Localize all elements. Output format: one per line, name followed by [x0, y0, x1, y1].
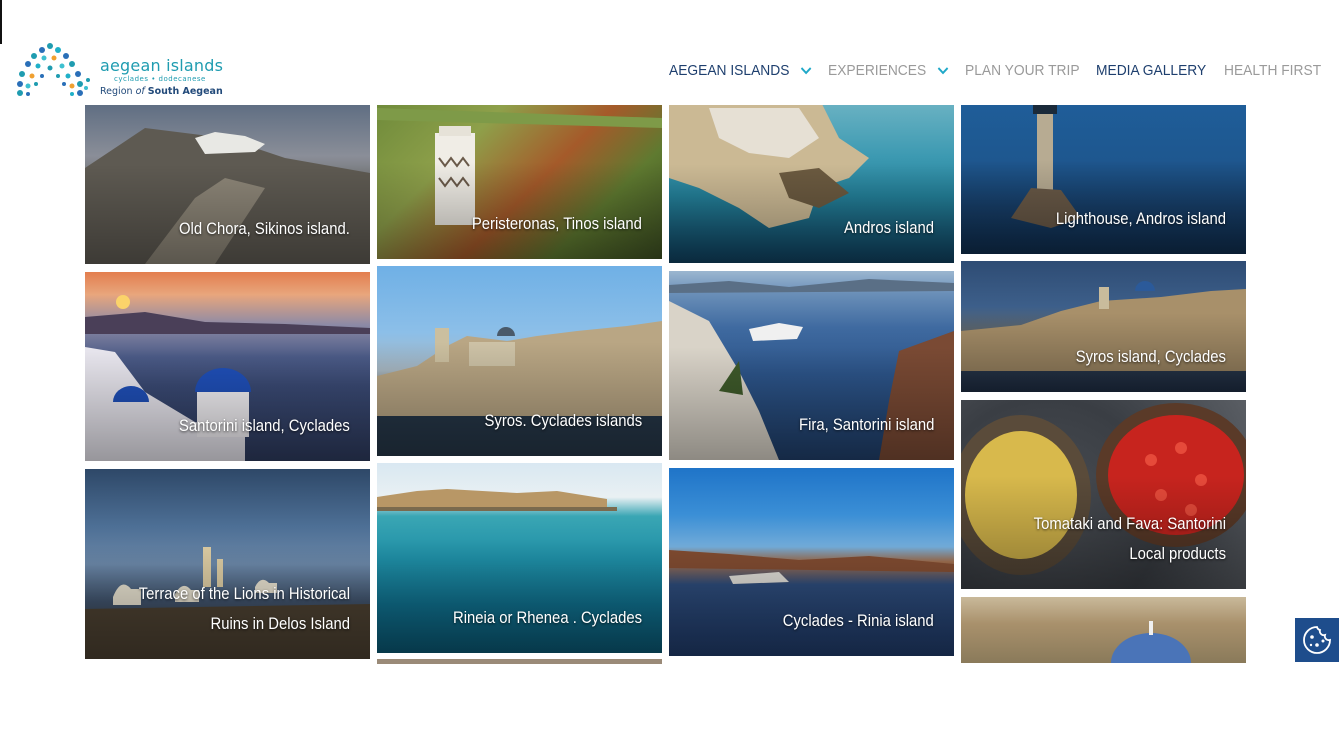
region-name: South Aegean [147, 86, 223, 97]
nav-item-aegean-islands[interactable]: AEGEAN ISLANDS [669, 60, 812, 82]
gallery-tile[interactable]: Peristeronas, Tinos island [377, 98, 662, 259]
nav-item-label: EXPERIENCES [828, 62, 927, 79]
site-logo[interactable]: aegean islands cyclades • dodecanese Reg… [14, 42, 224, 98]
gallery-tile[interactable]: Fira, Santorini island [669, 271, 954, 460]
region-prefix: Region [100, 86, 133, 97]
caption-shade [377, 342, 662, 456]
caption-shade [669, 346, 954, 460]
gallery-caption: Andros island [844, 219, 934, 237]
cookie-icon [1303, 626, 1331, 654]
nav-item-label: PLAN YOUR TRIP [965, 62, 1080, 79]
caption-shade [85, 347, 370, 461]
caption-shade [669, 543, 954, 656]
nav-item-label: MEDIA GALLERY [1096, 62, 1207, 79]
gallery-caption: Syros. Cyclades islands [484, 412, 642, 430]
site-header: aegean islands cyclades • dodecanese Reg… [0, 0, 1339, 105]
gallery-caption [981, 613, 1226, 643]
gallery-tile[interactable]: Lighthouse, Andros island [961, 98, 1246, 254]
gallery-tile[interactable]: Terrace of the Lions in Historical Ruins… [85, 469, 370, 659]
gallery-tile[interactable]: Old Chora, Sikinos island. [85, 98, 370, 264]
window-edge [0, 0, 2, 44]
caption-shade [377, 539, 662, 653]
chevron-down-icon [800, 67, 812, 75]
gallery-caption: Syros island, Cyclades [1075, 348, 1226, 366]
gallery-caption: Cyclades - Rinia island [782, 612, 934, 630]
chevron-down-icon [937, 67, 949, 75]
gallery-tile[interactable] [961, 597, 1246, 663]
gallery-tile[interactable]: Tomataki and Fava: Santorini Local produ… [961, 400, 1246, 589]
aegean-islands-logo-icon [17, 43, 90, 96]
gallery-tile[interactable]: Andros island [669, 98, 954, 263]
gallery-caption: Peristeronas, Tinos island [471, 215, 642, 233]
gallery-tile[interactable]: Syros island, Cyclades [961, 261, 1246, 392]
media-gallery-grid: Old Chora, Sikinos island. Santorini isl… [0, 0, 1339, 744]
gallery-tile[interactable]: Cyclades - Rinia island [669, 468, 954, 656]
gallery-tile[interactable]: Rineia or Rhenea . Cyclades [377, 463, 662, 653]
nav-item-media-gallery[interactable]: MEDIA GALLERY [1096, 60, 1206, 82]
logo-wordmark: aegean islands cyclades • dodecanese Reg… [100, 56, 224, 98]
gallery-caption: Tomataki and Fava: Santorini Local produ… [1033, 515, 1226, 563]
gallery-caption: Santorini island, Cyclades [179, 417, 350, 435]
nav-item-plan-your-trip[interactable]: PLAN YOUR TRIP [965, 60, 1080, 82]
logo-title: aegean islands [100, 56, 224, 75]
gallery-caption: Terrace of the Lions in Historical Ruins… [138, 585, 350, 633]
logo-region: Region of South Aegean [100, 86, 223, 97]
cookie-settings-button[interactable] [1295, 618, 1339, 662]
gallery-caption: Old Chora, Sikinos island. [179, 220, 350, 238]
gallery-caption: Lighthouse, Andros island [1055, 210, 1226, 228]
gallery-tile[interactable]: Santorini island, Cyclades [85, 272, 370, 461]
logo-subtitle: cyclades • dodecanese [114, 75, 206, 83]
region-of: of [135, 86, 145, 97]
nav-item-experiences[interactable]: EXPERIENCES [828, 60, 949, 82]
gallery-tile[interactable] [377, 659, 662, 664]
gallery-tile[interactable]: Syros. Cyclades islands [377, 266, 662, 456]
nav-item-health-first[interactable]: HEALTH FIRST [1224, 60, 1321, 82]
gallery-caption: Fira, Santorini island [798, 416, 934, 434]
nav-item-label: HEALTH FIRST [1224, 62, 1322, 79]
nav-item-label: AEGEAN ISLANDS [669, 62, 790, 79]
gallery-image [377, 659, 662, 664]
gallery-caption: Rineia or Rhenea . Cyclades [452, 609, 642, 627]
